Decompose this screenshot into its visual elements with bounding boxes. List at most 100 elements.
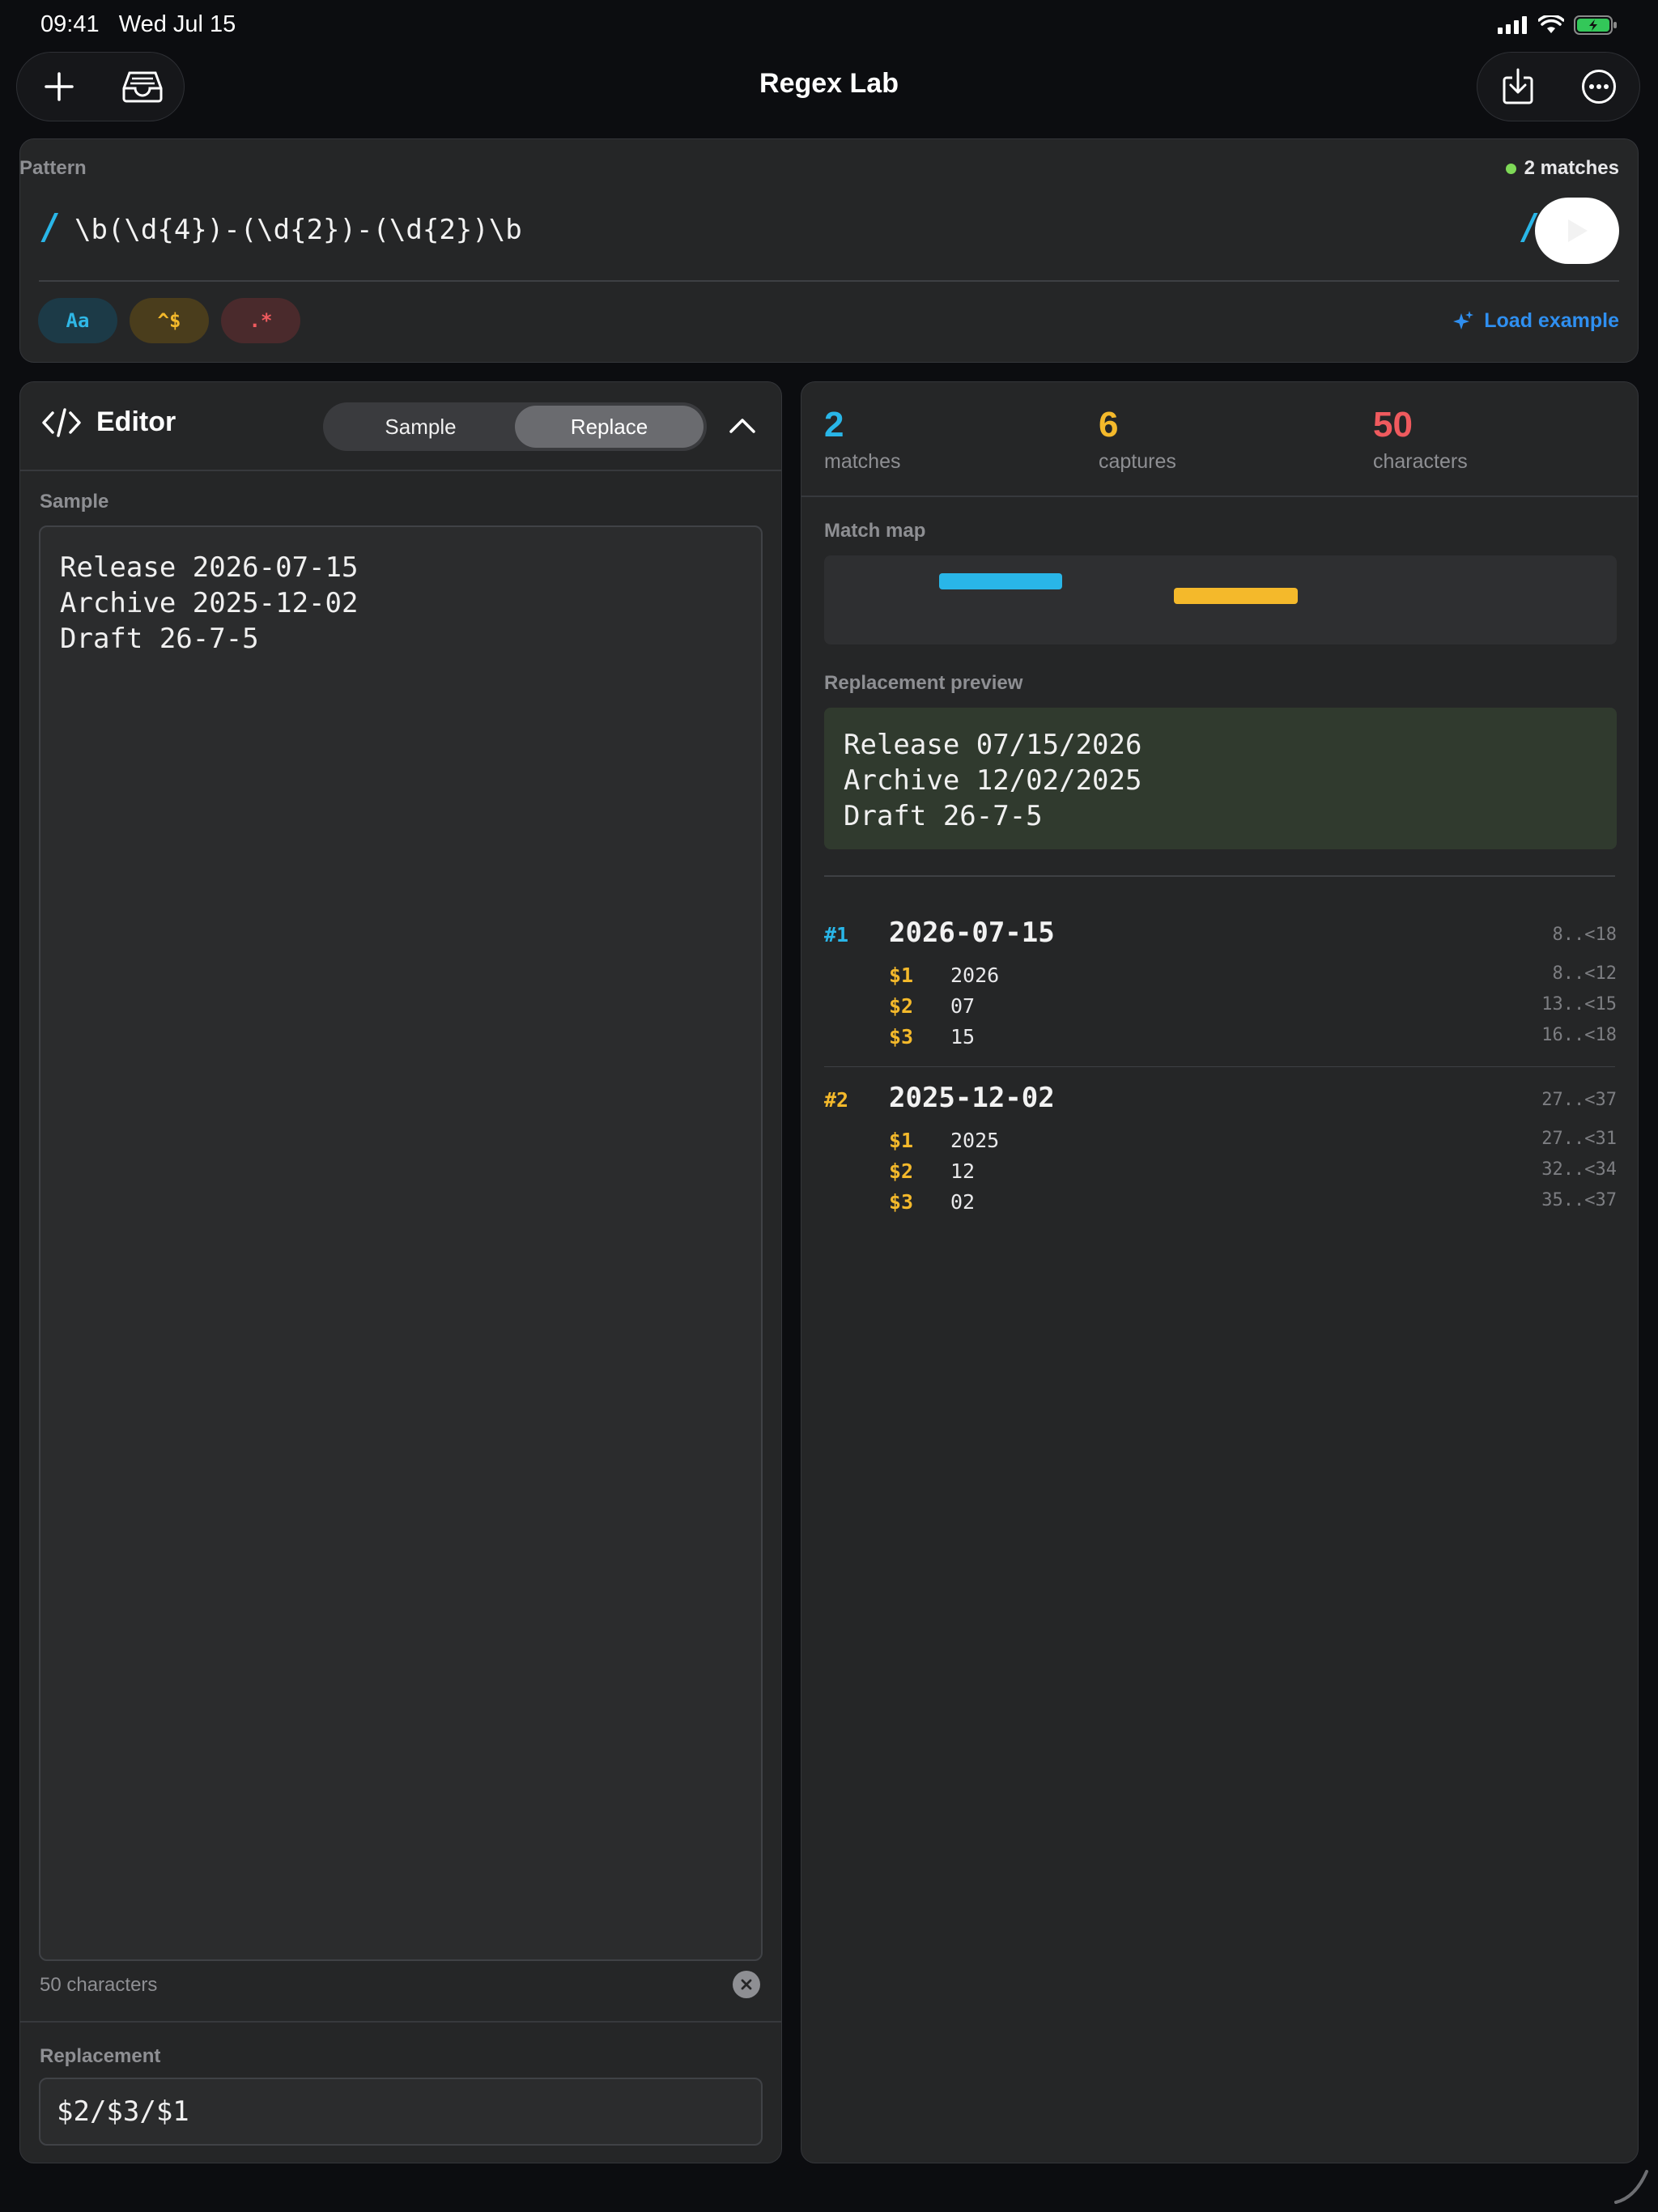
segment-replace[interactable]: Replace (515, 406, 704, 448)
group-name: $3 (889, 1025, 914, 1049)
stat-label: captures (1099, 450, 1176, 473)
match-status-text: 2 matches (1524, 157, 1619, 179)
code-icon (42, 407, 81, 437)
group-range: 35..<37 (1541, 1190, 1617, 1210)
close-icon (741, 1979, 752, 1990)
sample-line: Release 2026-07-15 (60, 551, 359, 584)
group-value: 02 (950, 1190, 976, 1214)
results-card: 2 matches 6 captures 50 characters Match… (801, 381, 1639, 2163)
group-name: $3 (889, 1190, 914, 1214)
match-map-label: Match map (824, 520, 926, 542)
sample-label: Sample (40, 491, 109, 513)
match-item[interactable]: #2 2025-12-02 27..<37 $1 2025 27..<31 $2… (824, 1082, 1617, 1214)
replacement-input[interactable]: $2/$3/$1 (39, 2078, 763, 2146)
stat-label: matches (824, 450, 901, 473)
group-value: 12 (950, 1159, 976, 1183)
match-index: #1 (824, 923, 849, 946)
editor-divider (20, 2021, 781, 2023)
group-range: 8..<12 (1552, 963, 1617, 984)
match-status: 2 matches (1505, 157, 1619, 180)
replacement-preview-label: Replacement preview (824, 672, 1023, 694)
match-map-bar (1173, 588, 1298, 604)
load-example-button[interactable]: Load example (1452, 309, 1619, 333)
match-item[interactable]: #1 2026-07-15 8..<18 $1 2026 8..<12 $2 0… (824, 917, 1617, 1049)
status-bar: 09:41 Wed Jul 15 (0, 0, 1658, 50)
collapse-button[interactable] (725, 408, 760, 444)
group-range: 13..<15 (1541, 994, 1617, 1015)
dotall-flag[interactable]: .* (221, 298, 300, 343)
group-value: 15 (950, 1025, 976, 1049)
pattern-divider (39, 280, 1619, 282)
match-text: 2025-12-02 (889, 1082, 1055, 1114)
nav-right-group (1477, 52, 1640, 121)
group-name: $1 (889, 963, 914, 987)
replacement-preview: Release 07/15/2026 Archive 12/02/2025 Dr… (824, 708, 1617, 849)
capture-group-row: $2 12 32..<34 (889, 1159, 1617, 1190)
character-count: 50 characters (40, 1974, 158, 1996)
status-indicators (1498, 15, 1618, 36)
resize-handle-icon[interactable] (1611, 2165, 1652, 2206)
regex-delimiter-open: / (39, 206, 61, 248)
clock: 09:41 (40, 11, 100, 37)
capture-group-row: $3 02 35..<37 (889, 1190, 1617, 1221)
editor-header: Editor Sample Replace (20, 382, 781, 471)
editor-card: Editor Sample Replace Sample Release 202… (19, 381, 782, 2163)
group-name: $2 (889, 994, 914, 1018)
match-map (824, 555, 1617, 644)
preview-line: Draft 26-7-5 (844, 800, 1043, 832)
capture-group-row: $2 07 13..<15 (889, 994, 1617, 1025)
replacement-label: Replacement (40, 2045, 161, 2067)
multiline-flag[interactable]: ^$ (130, 298, 209, 343)
sample-line: Archive 2025-12-02 (60, 587, 359, 619)
play-icon (1568, 219, 1588, 242)
stats-row: 2 matches 6 captures 50 characters (801, 382, 1638, 497)
sample-line: Draft 26-7-5 (60, 623, 259, 655)
more-button[interactable] (1558, 52, 1639, 121)
load-example-label: Load example (1484, 309, 1619, 332)
stat-captures: 6 captures (1099, 405, 1176, 474)
stat-value: 6 (1099, 405, 1119, 445)
group-range: 16..<18 (1541, 1025, 1617, 1045)
run-button[interactable] (1535, 198, 1619, 264)
export-button[interactable] (1477, 52, 1558, 121)
match-text: 2026-07-15 (889, 917, 1055, 949)
preview-line: Archive 12/02/2025 (844, 764, 1142, 797)
results-divider (824, 875, 1615, 877)
pattern-input[interactable]: \b(\d{4})-(\d{2})-(\d{2})\b (74, 214, 522, 246)
case-insensitive-flag[interactable]: Aa (38, 298, 117, 343)
preview-line: Release 07/15/2026 (844, 729, 1142, 761)
match-range: 8..<18 (1552, 925, 1617, 945)
editor-title: Editor (41, 406, 176, 438)
group-value: 07 (950, 994, 976, 1018)
sample-textarea[interactable]: Release 2026-07-15 Archive 2025-12-02 Dr… (39, 525, 763, 1961)
capture-group-row: $3 15 16..<18 (889, 1025, 1617, 1056)
group-range: 32..<34 (1541, 1159, 1617, 1180)
group-value: 2025 (950, 1129, 1000, 1152)
stat-value: 50 (1373, 405, 1413, 445)
capture-group-row: $1 2025 27..<31 (889, 1129, 1617, 1159)
match-map-bar (938, 573, 1063, 589)
battery-icon (1574, 15, 1617, 35)
clear-sample-button[interactable] (733, 1971, 760, 1998)
segment-sample[interactable]: Sample (326, 406, 515, 448)
editor-title-text: Editor (96, 406, 176, 437)
date: Wed Jul 15 (118, 11, 236, 37)
sparkles-icon (1453, 310, 1474, 330)
stat-value: 2 (824, 405, 844, 445)
group-name: $1 (889, 1129, 914, 1152)
group-range: 27..<31 (1541, 1129, 1617, 1149)
capture-group-row: $1 2026 8..<12 (889, 963, 1617, 994)
chevron-up-icon (729, 419, 755, 433)
match-divider (824, 1066, 1615, 1067)
ellipsis-circle-icon (1582, 70, 1616, 104)
signal-icon (1498, 16, 1527, 34)
match-range: 27..<37 (1541, 1090, 1617, 1110)
wifi-icon (1538, 15, 1564, 33)
status-time: 09:41 Wed Jul 15 (40, 11, 236, 38)
stat-characters: 50 characters (1373, 405, 1468, 474)
stat-matches: 2 matches (824, 405, 900, 474)
match-index: #2 (824, 1088, 849, 1112)
stat-label: characters (1373, 450, 1468, 473)
group-value: 2026 (950, 963, 1000, 987)
download-icon (1503, 68, 1533, 104)
